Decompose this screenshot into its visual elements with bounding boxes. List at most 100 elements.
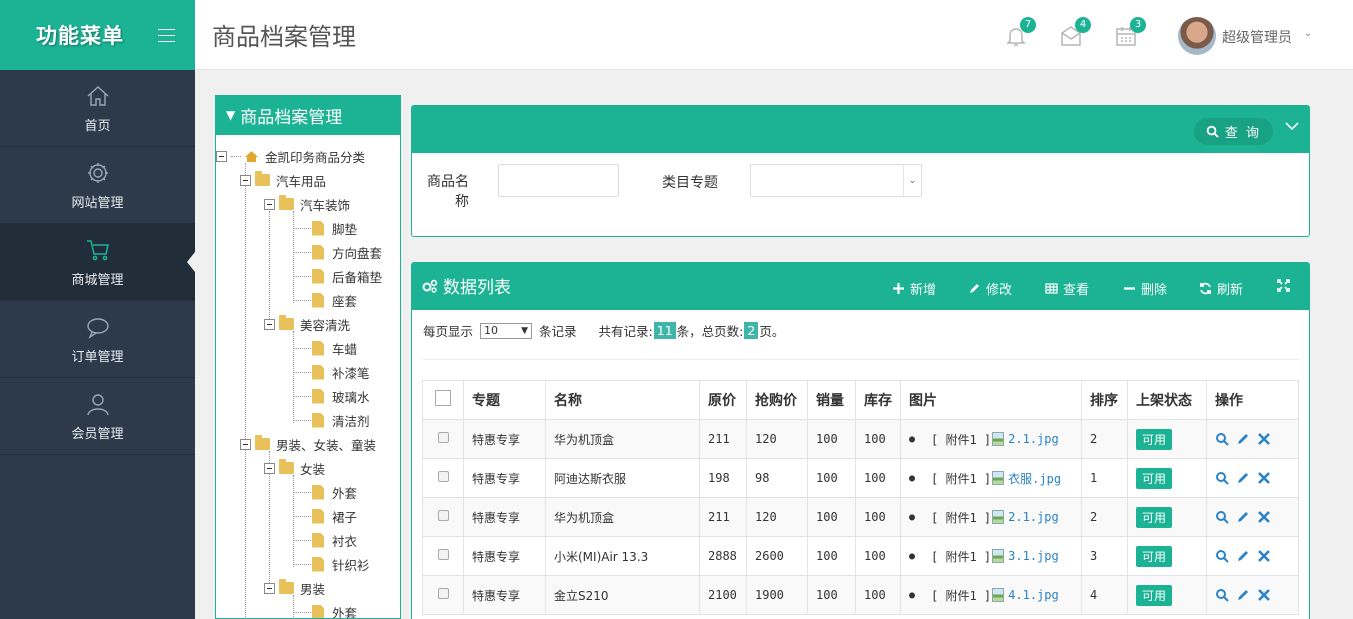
pencil-icon[interactable] — [1236, 588, 1250, 602]
tree-node-leaf[interactable]: 后备箱垫 — [312, 266, 382, 286]
close-icon[interactable] — [1257, 588, 1271, 602]
collapse-icon[interactable] — [240, 174, 251, 186]
pencil-icon[interactable] — [1236, 510, 1250, 524]
search-icon[interactable] — [1215, 510, 1229, 524]
tree-node-leaf[interactable]: 补漆笔 — [312, 362, 370, 382]
tree-node-folder[interactable]: 男装、女装、童装 — [240, 434, 380, 454]
col-header[interactable]: 上架状态 — [1127, 380, 1207, 420]
col-header[interactable]: 专题 — [463, 380, 546, 420]
tree-node-leaf[interactable]: 清洁剂 — [312, 410, 370, 430]
task-count: 3 — [1130, 17, 1146, 33]
menu-toggle-icon[interactable] — [158, 28, 175, 42]
tree-node-label: 座套 — [332, 293, 358, 309]
product-name-input[interactable] — [498, 164, 619, 197]
collapse-icon[interactable] — [264, 462, 275, 474]
search-icon[interactable] — [1215, 471, 1229, 485]
tree-node-leaf[interactable]: 外套 — [312, 482, 357, 502]
col-header[interactable]: 排序 — [1081, 380, 1128, 420]
sidebar-item-orders[interactable]: 订单管理 — [0, 301, 195, 378]
collapse-icon[interactable] — [264, 198, 275, 210]
pencil-icon[interactable] — [1236, 471, 1250, 485]
cell-price: 211 — [699, 419, 747, 459]
fullscreen-icon[interactable] — [1277, 279, 1290, 292]
query-button[interactable]: 查 询 — [1193, 118, 1273, 145]
col-header[interactable]: 销量 — [807, 380, 856, 420]
search-icon[interactable] — [1215, 432, 1229, 446]
tree-node-leaf[interactable]: 衬衣 — [312, 530, 357, 550]
attachment-link[interactable]: 3.1.jpg — [1008, 549, 1059, 563]
add-button[interactable]: 新增 — [892, 279, 936, 298]
notification-bell[interactable]: 7 — [1004, 17, 1036, 48]
row-checkbox[interactable] — [437, 510, 449, 521]
sidebar-item-home[interactable]: 首页 — [0, 70, 195, 147]
col-header[interactable]: 名称 — [545, 380, 700, 420]
col-header[interactable]: 库存 — [855, 380, 901, 420]
tree-node-folder[interactable]: 女装 — [264, 458, 325, 478]
tree-node-leaf[interactable]: 座套 — [312, 290, 357, 310]
select-all-checkbox[interactable] — [435, 390, 451, 406]
attachment-link[interactable]: 2.1.jpg — [1008, 510, 1059, 524]
chevron-down-icon[interactable] — [1285, 119, 1299, 133]
close-icon[interactable] — [1257, 471, 1271, 485]
tree-node-leaf[interactable]: 外套 — [312, 602, 357, 618]
tree-node-leaf[interactable]: 车蜡 — [312, 338, 357, 358]
messages-button[interactable]: 4 — [1059, 17, 1091, 48]
col-header[interactable]: 抢购价 — [746, 380, 808, 420]
table-row[interactable]: 特惠专享 金立S210 2100 1900 100 100 ●[ 附件1 ] 4.1.jpg 4… — [422, 575, 1299, 615]
folder-icon — [279, 579, 294, 594]
row-checkbox[interactable] — [437, 549, 449, 560]
close-icon[interactable] — [1257, 432, 1271, 446]
view-button[interactable]: 查看 — [1045, 279, 1089, 298]
collapse-icon[interactable] — [264, 582, 275, 594]
collapse-icon[interactable] — [240, 438, 251, 450]
tree-node-leaf[interactable]: 玻璃水 — [312, 386, 370, 406]
row-checkbox[interactable] — [437, 432, 449, 443]
search-icon[interactable] — [1215, 549, 1229, 563]
tree-node-folder[interactable]: 美容清洗 — [264, 314, 350, 334]
collapse-icon[interactable] — [216, 150, 227, 162]
sidebar-item-website[interactable]: 网站管理 — [0, 147, 195, 224]
tree-node-folder[interactable]: 男装 — [264, 578, 325, 598]
cell-name: 金立S210 — [545, 575, 700, 615]
sidebar-item-members[interactable]: 会员管理 — [0, 378, 195, 455]
attachment-link[interactable]: 衣服.jpg — [1008, 470, 1061, 487]
close-icon[interactable] — [1257, 510, 1271, 524]
page-size-select[interactable]: 10 ▼ — [480, 322, 533, 339]
table-row[interactable]: 特惠专享 华为机顶盒 211 120 100 100 ●[ 附件1 ] 2.1.jpg 2 可用 — [422, 497, 1299, 537]
table-row[interactable]: 特惠专享 小米(MI)Air 13.3 2888 2600 100 100 ●[ 附件1 ]… — [422, 536, 1299, 576]
delete-button[interactable]: 删除 — [1123, 279, 1167, 298]
chevron-down-icon[interactable]: ⌄ — [1304, 28, 1312, 39]
tree-node-leaf[interactable]: 脚垫 — [312, 218, 357, 238]
category-select[interactable]: ⌄ — [750, 164, 922, 197]
sidebar-item-mall[interactable]: 商城管理 — [0, 224, 195, 301]
col-header[interactable]: 图片 — [900, 380, 1082, 420]
close-icon[interactable] — [1257, 549, 1271, 563]
page-size-prefix: 每页显示 — [423, 324, 474, 339]
row-checkbox[interactable] — [437, 588, 449, 599]
refresh-button[interactable]: 刷新 — [1199, 279, 1243, 298]
edit-button[interactable]: 修改 — [968, 279, 1012, 298]
tree-node-leaf[interactable]: 方向盘套 — [312, 242, 382, 262]
cell-topic: 特惠专享 — [463, 419, 546, 459]
table-row[interactable]: 特惠专享 阿迪达斯衣服 198 98 100 100 ●[ 附件1 ] 衣服.jpg 1 可用 — [422, 458, 1299, 498]
tree-node-leaf[interactable]: 针织衫 — [312, 554, 370, 574]
attachment-link[interactable]: 2.1.jpg — [1008, 432, 1059, 446]
row-checkbox[interactable] — [437, 471, 449, 482]
tasks-button[interactable]: 3 — [1114, 17, 1146, 48]
table-row[interactable]: 特惠专享 华为机顶盒 211 120 100 100 ●[ 附件1 ] 2.1.jpg 2 可用 — [422, 419, 1299, 459]
pencil-icon[interactable] — [1236, 549, 1250, 563]
tree-node-root[interactable]: 金凯印务商品分类 — [216, 146, 365, 166]
tree-node-label: 车蜡 — [332, 341, 358, 357]
username[interactable]: 超级管理员 — [1222, 27, 1292, 47]
pencil-icon — [970, 284, 979, 293]
pencil-icon[interactable] — [1236, 432, 1250, 446]
collapse-icon[interactable] — [264, 318, 275, 330]
tree-node-folder[interactable]: 汽车用品 — [240, 170, 326, 190]
tree-node-folder[interactable]: 汽车装饰 — [264, 194, 350, 214]
col-header[interactable]: 原价 — [699, 380, 747, 420]
attachment-link[interactable]: 4.1.jpg — [1008, 588, 1059, 602]
file-icon — [312, 220, 324, 236]
avatar[interactable] — [1178, 17, 1216, 55]
tree-node-leaf[interactable]: 裙子 — [312, 506, 357, 526]
search-icon[interactable] — [1215, 588, 1229, 602]
